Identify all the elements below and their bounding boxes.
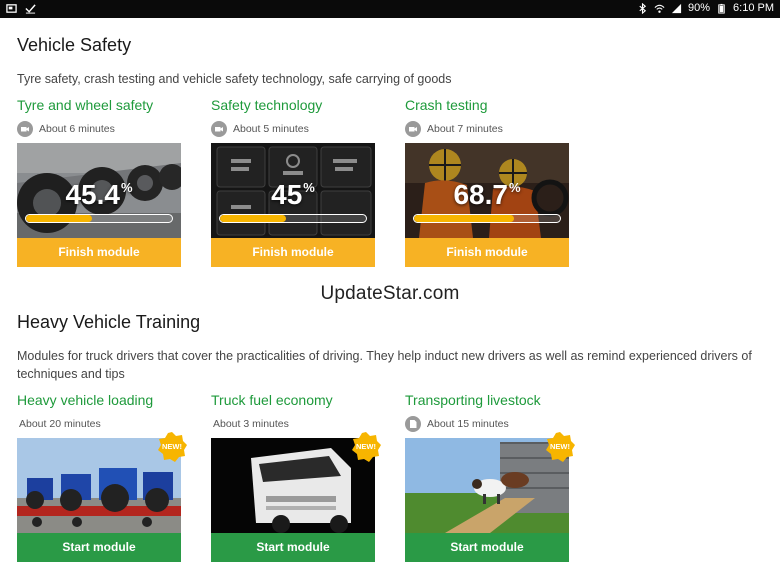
module-card-crash-testing: Crash testing About 7 minutes 68.7% Fini… [405,97,569,267]
progress-fill [414,215,515,222]
module-card-transporting-livestock: Transporting livestock About 15 minutes … [405,392,575,562]
battery-icon [716,3,727,14]
start-module-button[interactable]: Start module [405,533,569,562]
start-module-button[interactable]: Start module [17,533,181,562]
module-duration-row: About 15 minutes [405,415,569,433]
module-thumbnail[interactable]: 68.7% [405,143,569,238]
battery-percent: 90% [688,2,711,14]
new-badge: NEW! [351,432,381,462]
section-description-vehicle-safety: Tyre safety, crash testing and vehicle s… [17,72,452,86]
module-title[interactable]: Crash testing [405,97,569,117]
watermark: UpdateStar.com [320,283,460,304]
video-icon [405,121,421,137]
module-duration: About 7 minutes [427,123,503,135]
module-duration-row: About 5 minutes [211,120,375,138]
module-card-heavy-vehicle-loading: Heavy vehicle loading About 20 minutes N… [17,392,187,562]
checkmark-icon [25,3,36,14]
new-badge: NEW! [157,432,187,462]
module-duration-row: About 3 minutes [211,415,375,433]
progress-percent: 45% [271,179,315,210]
video-icon [17,121,33,137]
module-duration: About 5 minutes [233,123,309,135]
start-module-button[interactable]: Start module [211,533,375,562]
signal-icon [671,3,682,14]
module-card-safety-technology: Safety technology About 5 minutes 45% Fi… [211,97,375,267]
module-title[interactable]: Safety technology [211,97,375,117]
module-duration: About 6 minutes [39,123,115,135]
progress-percent: 45.4% [65,179,133,210]
module-title[interactable]: Heavy vehicle loading [17,392,181,412]
module-duration: About 20 minutes [19,418,101,430]
module-duration: About 15 minutes [427,418,509,430]
status-bar: 90% 6:10 PM [0,0,780,18]
finish-module-button[interactable]: Finish module [405,238,569,267]
module-title[interactable]: Tyre and wheel safety [17,97,181,117]
clock: 6:10 PM [733,2,774,14]
bluetooth-icon [637,2,648,14]
module-title[interactable]: Transporting livestock [405,392,569,412]
progress-bar [219,214,367,223]
document-icon [405,416,421,432]
wifi-icon [654,3,665,14]
finish-module-button[interactable]: Finish module [17,238,181,267]
progress-fill [220,215,286,222]
new-badge: NEW! [545,432,575,462]
module-thumbnail[interactable]: NEW! [211,432,381,533]
module-title[interactable]: Truck fuel economy [211,392,375,412]
progress-bar [413,214,561,223]
section-title-heavy-vehicle-training: Heavy Vehicle Training [17,312,201,332]
module-thumbnail[interactable]: NEW! [17,432,187,533]
video-icon [211,121,227,137]
module-duration-row: About 6 minutes [17,120,181,138]
progress-fill [26,215,93,222]
module-duration-row: About 7 minutes [405,120,569,138]
section-description-heavy-vehicle-training: Modules for truck drivers that cover the… [17,349,752,381]
screenshot-icon [6,3,17,14]
module-thumbnail[interactable]: NEW! [405,432,575,533]
section-title-vehicle-safety: Vehicle Safety [17,35,132,55]
progress-percent: 68.7% [453,179,521,210]
module-duration: About 3 minutes [213,418,289,430]
module-card-tyre-wheel-safety: Tyre and wheel safety About 6 minutes 45… [17,97,181,267]
finish-module-button[interactable]: Finish module [211,238,375,267]
progress-bar [25,214,173,223]
module-thumbnail[interactable]: 45.4% [17,143,181,238]
module-thumbnail[interactable]: 45% [211,143,375,238]
module-card-truck-fuel-economy: Truck fuel economy About 3 minutes NEW! … [211,392,381,562]
module-duration-row: About 20 minutes [17,415,181,433]
